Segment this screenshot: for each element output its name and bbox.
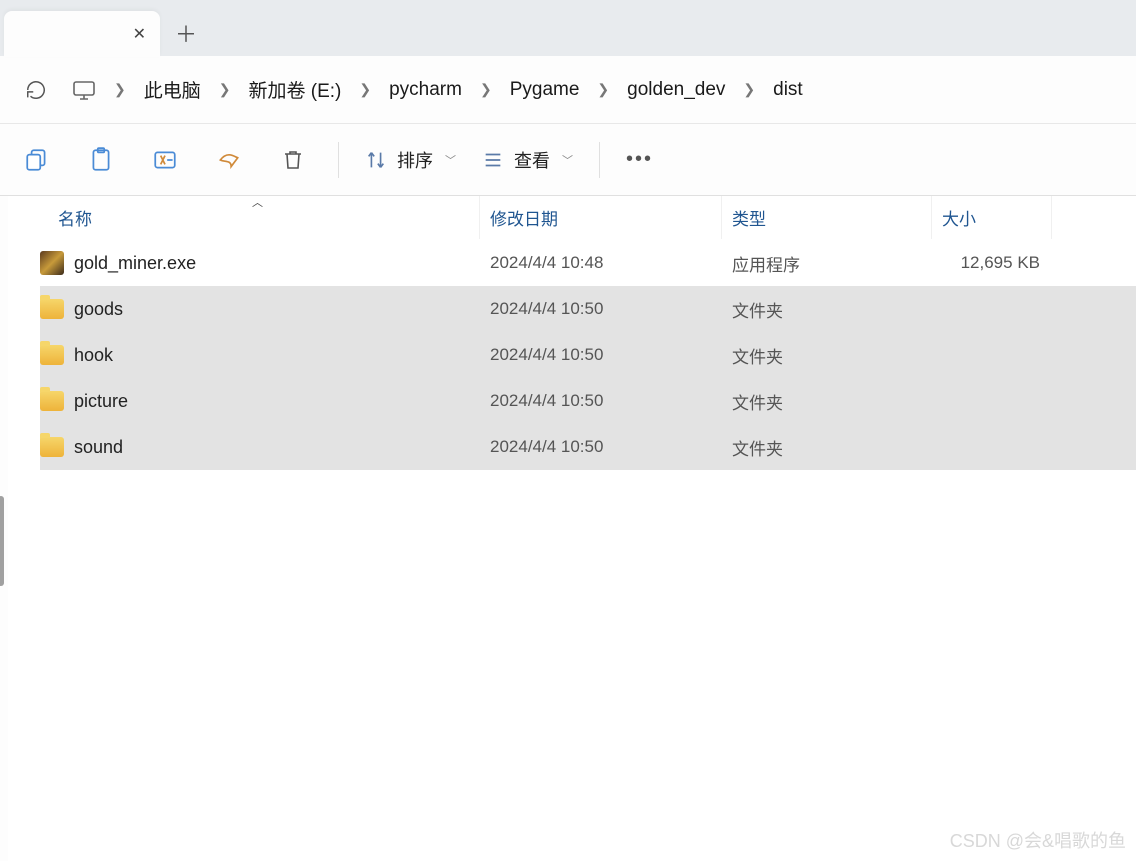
breadcrumb-item[interactable]: 新加卷 (E:) [248, 76, 341, 103]
close-icon[interactable]: ✕ [133, 24, 146, 44]
file-name: picture [74, 391, 128, 412]
chevron-right-icon[interactable]: ❯ [480, 81, 492, 98]
monitor-icon[interactable] [72, 80, 96, 100]
file-type: 文件夹 [722, 389, 932, 414]
chevron-right-icon[interactable]: ❯ [114, 81, 126, 98]
address-bar: ❯ 此电脑 ❯ 新加卷 (E:) ❯ pycharm ❯ Pygame ❯ go… [0, 56, 1136, 124]
table-row[interactable]: gold_miner.exe 2024/4/4 10:48应用程序12,695 K… [40, 240, 1136, 286]
breadcrumb-item[interactable]: golden_dev [627, 79, 725, 101]
folder-icon [40, 437, 64, 457]
file-name: goods [74, 299, 123, 320]
breadcrumb-item[interactable]: 此电脑 [144, 76, 201, 103]
file-modified: 2024/4/4 10:50 [480, 345, 722, 365]
file-name: sound [74, 437, 123, 458]
breadcrumb-item[interactable]: Pygame [510, 79, 580, 101]
refresh-icon[interactable] [25, 79, 47, 101]
table-row[interactable]: goods 2024/4/4 10:50文件夹 [40, 286, 1136, 332]
file-name: gold_miner.exe [74, 253, 196, 274]
chevron-down-icon: ﹀ [445, 152, 456, 168]
chevron-right-icon[interactable]: ❯ [743, 81, 755, 98]
file-modified: 2024/4/4 10:50 [480, 391, 722, 411]
file-list: 名称 ︿ 修改日期 类型 大小 gold_miner.exe 2024/4/4 1… [8, 196, 1136, 861]
table-row[interactable]: picture 2024/4/4 10:50文件夹 [40, 378, 1136, 424]
content-area: 名称 ︿ 修改日期 类型 大小 gold_miner.exe 2024/4/4 1… [0, 196, 1136, 861]
new-tab-button[interactable]: ＋ [166, 13, 206, 53]
toolbar: 排序 ﹀ 查看 ﹀ ••• [0, 124, 1136, 196]
file-modified: 2024/4/4 10:50 [480, 299, 722, 319]
column-type[interactable]: 类型 [722, 196, 932, 239]
divider [599, 142, 600, 178]
folder-icon [40, 299, 64, 319]
column-modified[interactable]: 修改日期 [480, 196, 722, 239]
file-name: hook [74, 345, 113, 366]
column-name[interactable]: 名称 ︿ [40, 196, 480, 239]
paste-icon[interactable] [82, 141, 120, 179]
sort-label: 排序 [397, 147, 433, 173]
share-icon[interactable] [210, 141, 248, 179]
chevron-down-icon: ﹀ [562, 152, 573, 168]
column-size[interactable]: 大小 [932, 196, 1052, 239]
breadcrumb-item[interactable]: pycharm [389, 79, 462, 101]
view-label: 查看 [514, 147, 550, 173]
tab-current[interactable]: ✕ [4, 11, 160, 57]
tab-bar: ✕ ＋ [0, 0, 1136, 56]
folder-icon [40, 345, 64, 365]
file-type: 文件夹 [722, 343, 932, 368]
chevron-right-icon[interactable]: ❯ [359, 81, 371, 98]
view-button[interactable]: 查看 ﹀ [482, 147, 573, 173]
rows-container: gold_miner.exe 2024/4/4 10:48应用程序12,695 K… [40, 240, 1136, 470]
sort-button[interactable]: 排序 ﹀ [365, 147, 456, 173]
table-row[interactable]: hook 2024/4/4 10:50文件夹 [40, 332, 1136, 378]
rename-icon[interactable] [146, 141, 184, 179]
chevron-right-icon[interactable]: ❯ [597, 81, 609, 98]
column-headers: 名称 ︿ 修改日期 类型 大小 [40, 196, 1136, 240]
delete-icon[interactable] [274, 141, 312, 179]
sort-asc-icon: ︿ [252, 194, 263, 210]
file-size: 12,695 KB [932, 253, 1052, 273]
breadcrumb: ❯ 此电脑 ❯ 新加卷 (E:) ❯ pycharm ❯ Pygame ❯ go… [72, 76, 803, 103]
file-type: 应用程序 [722, 251, 932, 276]
file-modified: 2024/4/4 10:48 [480, 253, 722, 273]
breadcrumb-item[interactable]: dist [773, 79, 803, 101]
file-modified: 2024/4/4 10:50 [480, 437, 722, 457]
divider [338, 142, 339, 178]
cut-icon[interactable] [18, 141, 56, 179]
scrollbar-track[interactable] [0, 196, 8, 861]
chevron-right-icon[interactable]: ❯ [219, 81, 231, 98]
exe-icon [40, 251, 64, 275]
scrollbar-thumb[interactable] [0, 496, 4, 586]
table-row[interactable]: sound 2024/4/4 10:50文件夹 [40, 424, 1136, 470]
folder-icon [40, 391, 64, 411]
more-icon[interactable]: ••• [626, 148, 653, 171]
file-type: 文件夹 [722, 435, 932, 460]
file-type: 文件夹 [722, 297, 932, 322]
